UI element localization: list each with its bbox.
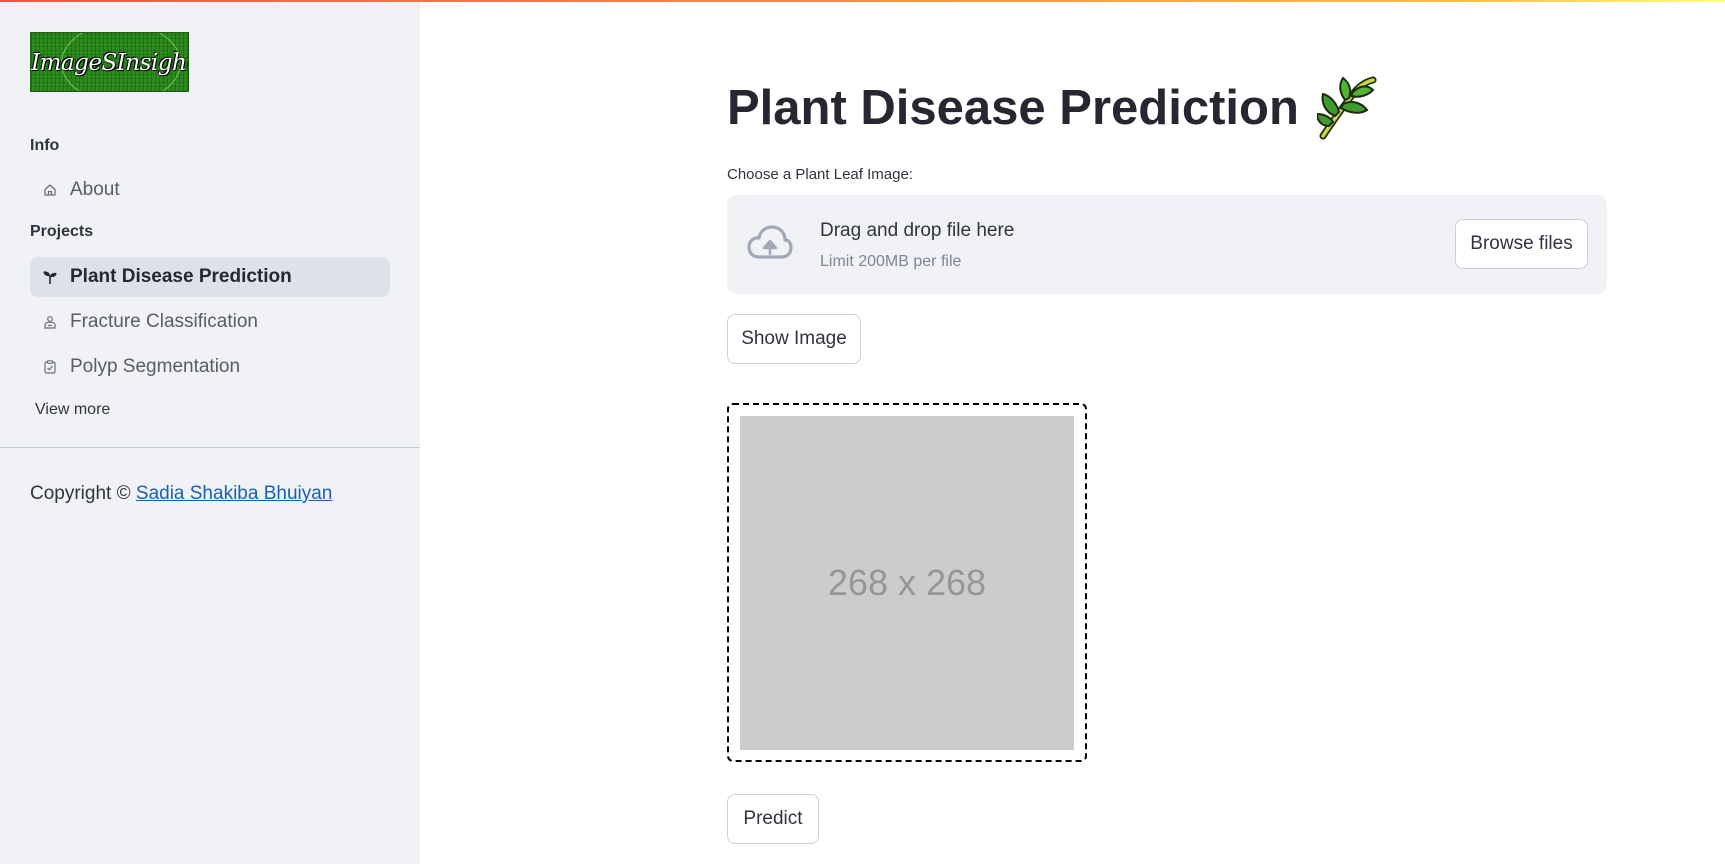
nav-section-info: Info xyxy=(30,137,60,154)
leafy-green-icon xyxy=(1316,76,1377,140)
copyright-prefix: Copyright © xyxy=(30,483,131,504)
image-placeholder: 268 x 268 xyxy=(740,416,1074,750)
main-content: Plant Disease Prediction Choose a Plant … xyxy=(420,0,1725,864)
sidebar-item-label: Plant Disease Prediction xyxy=(70,266,292,287)
image-frame: 268 x 268 xyxy=(727,403,1087,762)
sidebar-divider xyxy=(0,447,420,448)
file-dropzone[interactable]: Drag and drop file here Limit 200MB per … xyxy=(727,195,1607,294)
logo-text: ImageSInsight xyxy=(31,50,189,76)
clipboard-check-icon xyxy=(42,359,58,375)
predict-button[interactable]: Predict xyxy=(727,794,819,844)
upload-label: Choose a Plant Leaf Image: xyxy=(727,166,913,183)
person-badge-icon xyxy=(42,314,58,330)
dropzone-title: Drag and drop file here xyxy=(820,220,1015,241)
dropzone-limit: Limit 200MB per file xyxy=(820,253,962,270)
sidebar-item-label: Fracture Classification xyxy=(70,311,258,332)
nav-section-projects: Projects xyxy=(30,223,94,240)
sprout-icon xyxy=(42,269,58,285)
view-more-link[interactable]: View more xyxy=(35,401,110,419)
sidebar-item-plant-disease-prediction[interactable]: Plant Disease Prediction xyxy=(30,257,390,297)
top-decoration-bar xyxy=(0,0,1725,2)
logo: ImageSInsight xyxy=(30,32,189,92)
sidebar-item-label: About xyxy=(70,179,120,200)
browse-files-button[interactable]: Browse files xyxy=(1455,219,1588,269)
copyright: Copyright © Sadia Shakiba Bhuiyan xyxy=(30,483,332,505)
sidebar-item-about[interactable]: About xyxy=(30,170,390,210)
author-link[interactable]: Sadia Shakiba Bhuiyan xyxy=(136,483,332,504)
page-title-text: Plant Disease Prediction xyxy=(727,81,1299,135)
cloud-upload-icon xyxy=(747,225,793,259)
page-title: Plant Disease Prediction xyxy=(727,76,1377,140)
sidebar-item-fracture-classification[interactable]: Fracture Classification xyxy=(30,302,390,342)
sidebar-item-polyp-segmentation[interactable]: Polyp Segmentation xyxy=(30,347,390,387)
show-image-button[interactable]: Show Image xyxy=(727,314,861,364)
sidebar-item-label: Polyp Segmentation xyxy=(70,356,241,377)
house-icon xyxy=(42,182,58,198)
sidebar: ImageSInsight Info About Projects Plant … xyxy=(0,0,420,864)
